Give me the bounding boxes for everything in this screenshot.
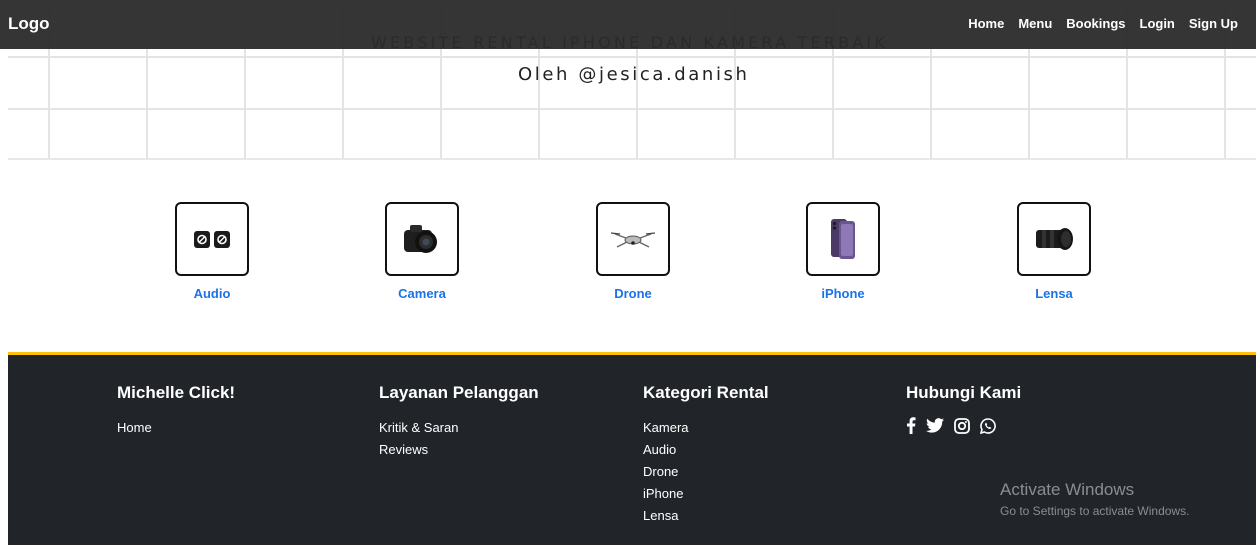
category-camera[interactable]: Camera [352, 202, 492, 301]
category-iphone-label[interactable]: iPhone [773, 286, 913, 301]
nav-menu[interactable]: Menu [1018, 16, 1052, 31]
wireless-mic-icon [194, 231, 230, 248]
category-lensa-label[interactable]: Lensa [984, 286, 1124, 301]
activate-windows-title: Activate Windows [1000, 480, 1135, 499]
footer-link-home[interactable]: Home [117, 417, 235, 439]
drone-icon [610, 232, 656, 248]
footer-link-lensa[interactable]: Lensa [643, 505, 769, 527]
category-drone-box[interactable] [596, 202, 670, 276]
category-audio-label[interactable]: Audio [142, 286, 282, 301]
iphone-icon [831, 219, 855, 259]
nav-bookings[interactable]: Bookings [1066, 16, 1125, 31]
footer-link-kritik-saran[interactable]: Kritik & Saran [379, 417, 539, 439]
category-audio-box[interactable] [175, 202, 249, 276]
category-iphone-box[interactable] [806, 202, 880, 276]
activate-windows-watermark: Activate Windows Go to Settings to activ… [1000, 480, 1189, 518]
category-camera-label[interactable]: Camera [352, 286, 492, 301]
hero-subtitle: Oleh @jesica.danish [518, 64, 750, 85]
category-audio[interactable]: Audio [142, 202, 282, 301]
category-lensa[interactable]: Lensa [984, 202, 1124, 301]
lens-icon [1036, 228, 1073, 250]
category-camera-box[interactable] [385, 202, 459, 276]
nav-home[interactable]: Home [968, 16, 1004, 31]
footer-brand-title: Michelle Click! [117, 383, 236, 402]
category-iphone[interactable]: iPhone [773, 202, 913, 301]
category-lensa-box[interactable] [1017, 202, 1091, 276]
footer-service-column: Layanan Pelanggan Kritik & Saran Reviews [379, 383, 539, 461]
whatsapp-icon[interactable] [979, 417, 996, 439]
footer-link-audio[interactable]: Audio [643, 439, 769, 461]
camera-icon [404, 225, 437, 253]
footer-service-title: Layanan Pelanggan [379, 383, 539, 402]
logo[interactable]: Logo [8, 14, 50, 34]
category-drone-label[interactable]: Drone [563, 286, 703, 301]
instagram-icon[interactable] [954, 417, 970, 439]
navbar: Logo Home Menu Bookings Login Sign Up [0, 0, 1256, 49]
activate-windows-hint: Go to Settings to activate Windows. [1000, 504, 1190, 518]
footer-link-drone[interactable]: Drone [643, 461, 769, 483]
footer-contact-title: Hubungi Kami [906, 383, 1022, 402]
footer-link-kamera[interactable]: Kamera [643, 417, 769, 439]
facebook-icon[interactable] [906, 417, 916, 439]
footer-link-reviews[interactable]: Reviews [379, 439, 539, 461]
nav-login[interactable]: Login [1140, 16, 1175, 31]
category-drone[interactable]: Drone [563, 202, 703, 301]
footer-link-iphone[interactable]: iPhone [643, 483, 769, 505]
nav-links: Home Menu Bookings Login Sign Up [968, 16, 1238, 31]
footer-contact-column: Hubungi Kami [906, 383, 1021, 439]
footer-brand-column: Michelle Click! Home [117, 383, 235, 439]
footer-rental-title: Kategori Rental [643, 383, 769, 402]
nav-signup[interactable]: Sign Up [1189, 16, 1238, 31]
footer-rental-column: Kategori Rental Kamera Audio Drone iPhon… [643, 383, 769, 527]
social-links [906, 417, 1021, 439]
twitter-icon[interactable] [926, 418, 944, 438]
